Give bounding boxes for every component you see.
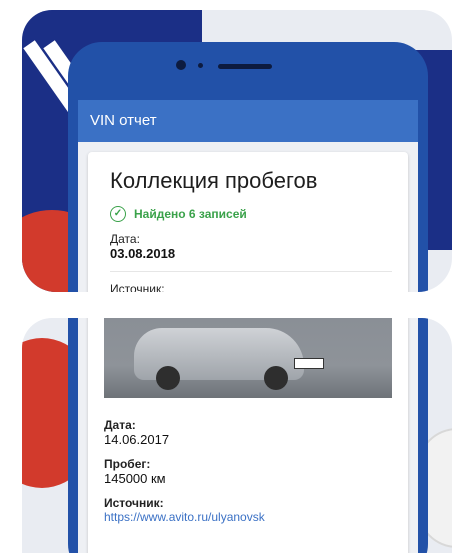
app-title: VIN отчет — [90, 112, 157, 129]
record-mileage: Пробег: 145000 км — [104, 457, 392, 486]
app-bar: VIN отчет — [78, 100, 418, 142]
record-source-link[interactable]: https://www.avito.ru/ulyanovsk — [104, 510, 392, 524]
record-date-label: Дата: — [110, 232, 140, 246]
record-source: Источник: https://www.avito.ru/ulyanovsk — [104, 496, 392, 524]
record-date: Дата: 14.06.2017 — [104, 418, 392, 447]
camera-icon — [176, 60, 186, 70]
record-mileage-value: 145000 км — [104, 471, 166, 486]
car-wheel — [156, 366, 180, 390]
phone-screen: Дата: 14.06.2017 Пробег: 145000 км Источ… — [78, 318, 418, 553]
license-plate — [294, 358, 324, 369]
record-source-label: Источник: — [110, 282, 165, 292]
car-wheel — [264, 366, 288, 390]
record-date-label: Дата: — [104, 418, 136, 432]
record-mileage-label: Пробег: — [104, 457, 151, 471]
sensor-dot — [198, 63, 203, 68]
mileage-card-continued: Дата: 14.06.2017 Пробег: 145000 км Источ… — [88, 318, 408, 553]
phone-frame: Дата: 14.06.2017 Пробег: 145000 км Источ… — [68, 318, 428, 553]
found-records-text: Найдено 6 записей — [134, 207, 247, 221]
divider — [110, 271, 392, 272]
record-date-value: 03.08.2018 — [110, 246, 176, 261]
found-records-status: ✓ Найдено 6 записей — [110, 206, 392, 222]
record-source-label: Источник: — [104, 496, 164, 510]
phone-frame: VIN отчет Коллекция пробегов ✓ Найдено 6… — [68, 42, 428, 292]
mileage-card: Коллекция пробегов ✓ Найдено 6 записей Д… — [88, 152, 408, 292]
promo-tile-bottom: Дата: 14.06.2017 Пробег: 145000 км Источ… — [22, 318, 452, 553]
phone-screen: VIN отчет Коллекция пробегов ✓ Найдено 6… — [78, 100, 418, 292]
card-title: Коллекция пробегов — [110, 168, 318, 193]
car-photo — [104, 318, 392, 398]
record-date-value: 14.06.2017 — [104, 432, 170, 447]
check-circle-icon: ✓ — [110, 206, 126, 222]
promo-tile-top: VIN отчет Коллекция пробегов ✓ Найдено 6… — [22, 10, 452, 292]
earpiece — [218, 64, 272, 69]
